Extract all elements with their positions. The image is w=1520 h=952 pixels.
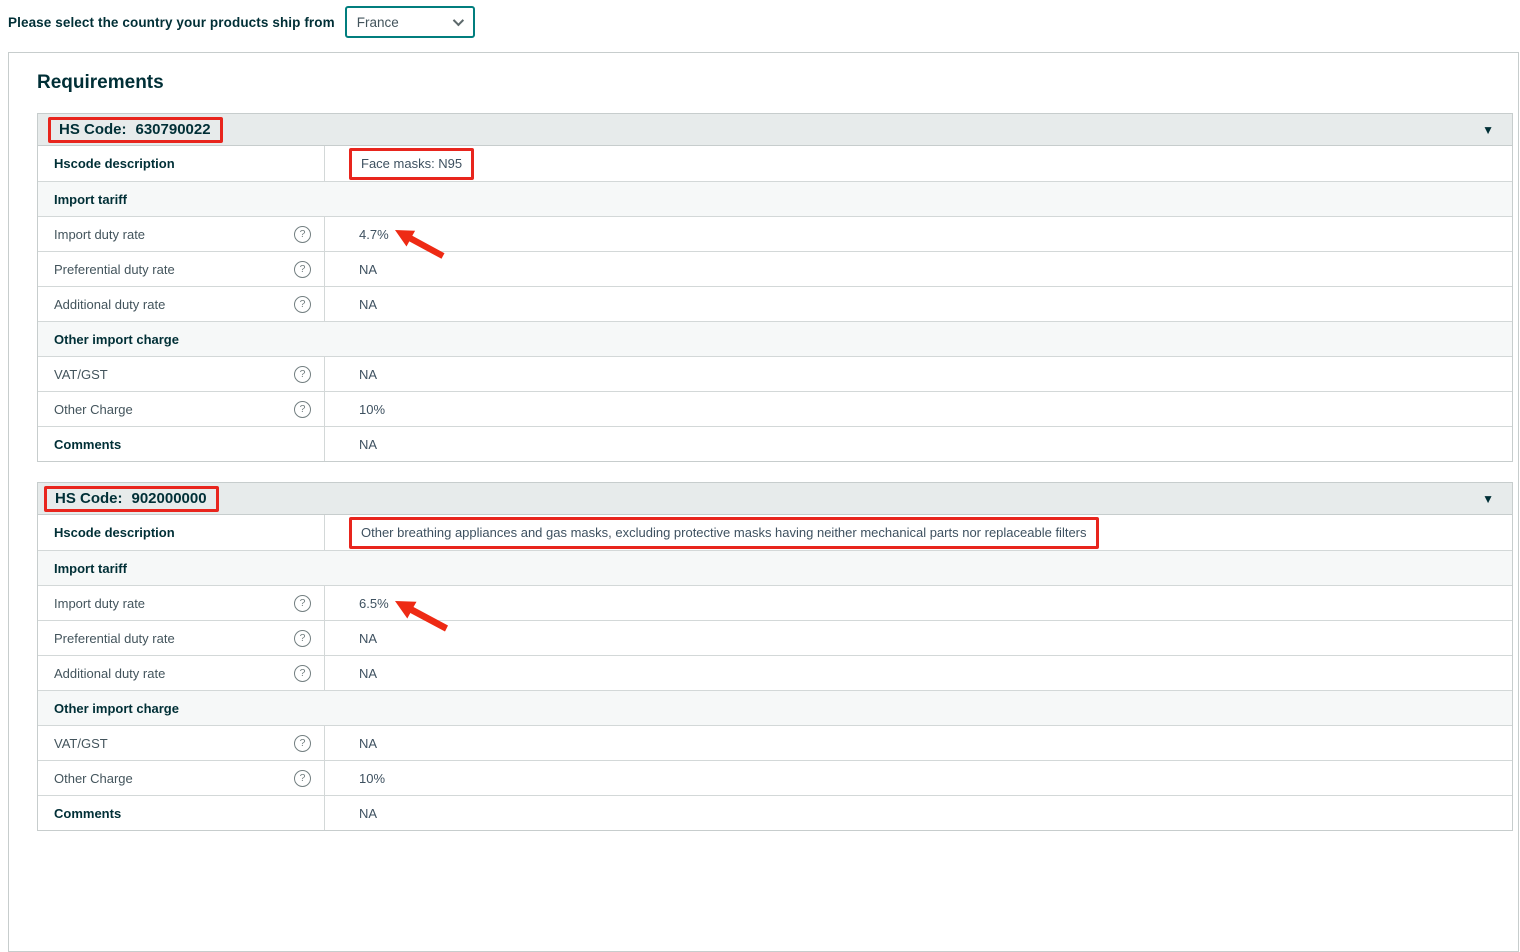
table-row-vat-gst: VAT/GST ? NA [38, 725, 1512, 760]
row-value: NA [359, 631, 377, 646]
requirements-container: Requirements HS Code: 630790022 ▼ Hscode… [8, 52, 1519, 952]
section-label: Import tariff [54, 561, 127, 576]
annotation-box: Other breathing appliances and gas masks… [349, 517, 1099, 549]
row-label: Additional duty rate [54, 297, 165, 312]
row-label: Comments [54, 806, 121, 821]
table-row-hscode-description: Hscode description Other breathing appli… [38, 515, 1512, 550]
table-row-comments: Comments NA [38, 795, 1512, 830]
collapse-arrow-icon[interactable]: ▼ [1482, 124, 1494, 136]
row-label: Additional duty rate [54, 666, 165, 681]
table-row-vat-gst: VAT/GST ? NA [38, 356, 1512, 391]
hs-panel-902000000: HS Code: 902000000 ▼ Hscode description … [37, 482, 1513, 831]
row-value: NA [359, 297, 377, 312]
ship-from-label: Please select the country your products … [8, 15, 335, 30]
table-row-import-duty-rate: Import duty rate ? 6.5% [38, 585, 1512, 620]
row-label: Other Charge [54, 771, 133, 786]
row-value: NA [359, 262, 377, 277]
table-row-preferential-duty-rate: Preferential duty rate ? NA [38, 251, 1512, 286]
row-label: Import duty rate [54, 596, 145, 611]
hs-code-value: 630790022 [136, 121, 211, 138]
section-label: Import tariff [54, 192, 127, 207]
collapse-arrow-icon[interactable]: ▼ [1482, 493, 1494, 505]
row-value: NA [359, 437, 377, 452]
row-label: Import duty rate [54, 227, 145, 242]
hs-panel-table: Hscode description Other breathing appli… [37, 515, 1513, 831]
ship-from-bar: Please select the country your products … [0, 0, 1520, 44]
section-row-import-tariff: Import tariff [38, 550, 1512, 585]
row-value: 10% [359, 402, 385, 417]
page-title: Requirements [37, 72, 1511, 94]
section-row-import-tariff: Import tariff [38, 181, 1512, 216]
help-icon[interactable]: ? [294, 261, 311, 278]
section-label: Other import charge [54, 332, 179, 347]
hs-panel-header[interactable]: HS Code: 630790022 ▼ [37, 113, 1513, 146]
country-select[interactable]: France [345, 6, 475, 38]
hs-panel-table: Hscode description Face masks: N95 Impor… [37, 146, 1513, 462]
hs-code-label: HS Code: [59, 121, 127, 138]
annotation-box: HS Code: 902000000 [44, 486, 219, 512]
row-label: Other Charge [54, 402, 133, 417]
section-label: Other import charge [54, 701, 179, 716]
row-value: Face masks: N95 [361, 156, 462, 171]
row-value: NA [359, 666, 377, 681]
help-icon[interactable]: ? [294, 296, 311, 313]
annotation-box: Face masks: N95 [349, 148, 474, 180]
row-value: 10% [359, 771, 385, 786]
row-label: Preferential duty rate [54, 262, 175, 277]
help-icon[interactable]: ? [294, 735, 311, 752]
table-row-import-duty-rate: Import duty rate ? 4.7% [38, 216, 1512, 251]
country-select-value: France [357, 15, 399, 30]
annotation-box: HS Code: 630790022 [48, 117, 223, 143]
help-icon[interactable]: ? [294, 595, 311, 612]
row-value: 4.7% [359, 227, 389, 242]
row-label: Hscode description [54, 525, 175, 540]
table-row-additional-duty-rate: Additional duty rate ? NA [38, 655, 1512, 690]
table-row-comments: Comments NA [38, 426, 1512, 461]
row-label: Hscode description [54, 156, 175, 171]
table-row-preferential-duty-rate: Preferential duty rate ? NA [38, 620, 1512, 655]
table-row-additional-duty-rate: Additional duty rate ? NA [38, 286, 1512, 321]
row-label: VAT/GST [54, 736, 108, 751]
help-icon[interactable]: ? [294, 401, 311, 418]
help-icon[interactable]: ? [294, 770, 311, 787]
row-value: 6.5% [359, 596, 389, 611]
help-icon[interactable]: ? [294, 366, 311, 383]
row-value: NA [359, 367, 377, 382]
row-label: Comments [54, 437, 121, 452]
row-value: NA [359, 806, 377, 821]
hs-panel-header[interactable]: HS Code: 902000000 ▼ [37, 482, 1513, 515]
chevron-down-icon [452, 15, 463, 26]
table-row-other-charge: Other Charge ? 10% [38, 760, 1512, 795]
hs-code-value: 902000000 [132, 490, 207, 507]
row-value: NA [359, 736, 377, 751]
row-label: VAT/GST [54, 367, 108, 382]
table-row-hscode-description: Hscode description Face masks: N95 [38, 146, 1512, 181]
row-label: Preferential duty rate [54, 631, 175, 646]
section-row-other-import-charge: Other import charge [38, 690, 1512, 725]
hs-panel-630790022: HS Code: 630790022 ▼ Hscode description … [37, 113, 1513, 462]
row-value: Other breathing appliances and gas masks… [361, 525, 1087, 540]
help-icon[interactable]: ? [294, 226, 311, 243]
help-icon[interactable]: ? [294, 630, 311, 647]
section-row-other-import-charge: Other import charge [38, 321, 1512, 356]
table-row-other-charge: Other Charge ? 10% [38, 391, 1512, 426]
help-icon[interactable]: ? [294, 665, 311, 682]
hs-code-label: HS Code: [55, 490, 123, 507]
